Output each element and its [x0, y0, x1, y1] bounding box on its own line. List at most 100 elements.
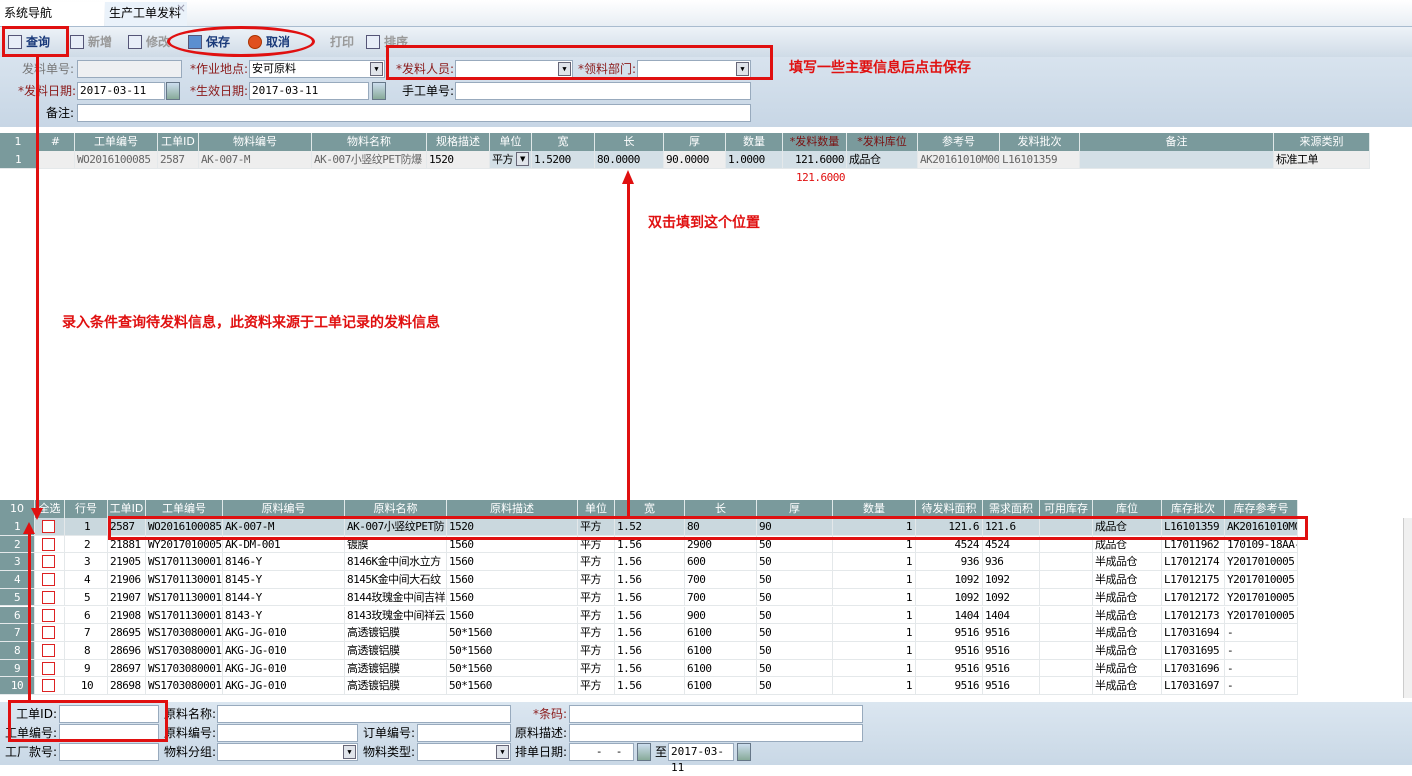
material-desc-field[interactable]: [569, 724, 863, 742]
table-cell[interactable]: 936: [983, 553, 1040, 572]
tab-production-issue[interactable]: 生产工单发料 ×: [105, 1, 187, 26]
table-cell[interactable]: 1: [833, 677, 916, 695]
table-cell[interactable]: 2: [65, 535, 108, 554]
table-cell[interactable]: 9516: [916, 659, 983, 678]
table-cell[interactable]: 1: [833, 553, 916, 572]
table-cell[interactable]: 50: [757, 641, 833, 660]
table-cell[interactable]: 平方: [578, 641, 615, 660]
table-cell[interactable]: 1560: [447, 571, 578, 589]
table-cell[interactable]: [1040, 553, 1093, 572]
table-cell[interactable]: 半成品仓: [1093, 659, 1162, 678]
table-cell[interactable]: 半成品仓: [1093, 641, 1162, 660]
table-cell[interactable]: 28698: [108, 677, 146, 695]
column-header[interactable]: 长: [595, 133, 664, 151]
table-cell[interactable]: -: [1225, 641, 1298, 660]
table-cell[interactable]: AK-007小竖纹PET防爆: [312, 151, 427, 169]
issue-date-field[interactable]: 2017-03-11: [77, 82, 165, 100]
table-cell[interactable]: 9516: [983, 677, 1040, 695]
column-header[interactable]: *发料数量: [783, 133, 847, 151]
table-cell[interactable]: 9516: [983, 659, 1040, 678]
table-cell[interactable]: 1: [833, 641, 916, 660]
table-cell[interactable]: 1.56: [615, 641, 685, 660]
table-cell[interactable]: L17031695: [1162, 641, 1225, 660]
barcode-field[interactable]: [569, 705, 863, 723]
table-cell[interactable]: WS1703080001: [146, 677, 223, 695]
column-header[interactable]: 来源类别: [1274, 133, 1370, 151]
column-header[interactable]: 厚: [664, 133, 726, 151]
row-checkbox[interactable]: [42, 643, 55, 657]
table-cell[interactable]: [1040, 659, 1093, 678]
table-cell[interactable]: 50: [757, 659, 833, 678]
table-cell[interactable]: 50*1560: [447, 659, 578, 678]
table-cell[interactable]: 8145K金中间大石纹: [345, 571, 447, 589]
table-cell[interactable]: 50: [757, 553, 833, 572]
table-cell[interactable]: 8146K金中间水立方: [345, 553, 447, 572]
table-cell[interactable]: 1092: [983, 571, 1040, 589]
chevron-down-icon[interactable]: ▼: [516, 152, 529, 166]
table-cell[interactable]: 1.56: [615, 588, 685, 607]
table-cell[interactable]: AKG-JG-010: [223, 677, 345, 695]
table-cell[interactable]: L17031696: [1162, 659, 1225, 678]
table-cell[interactable]: 1: [833, 659, 916, 678]
calendar-icon[interactable]: [737, 743, 751, 761]
table-cell[interactable]: 6100: [685, 659, 757, 678]
table-cell[interactable]: 1404: [983, 606, 1040, 625]
table-cell[interactable]: 1: [833, 571, 916, 589]
table-cell[interactable]: 9516: [916, 641, 983, 660]
table-cell[interactable]: 半成品仓: [1093, 677, 1162, 695]
table-cell[interactable]: 1560: [447, 588, 578, 607]
table-cell[interactable]: -: [1225, 624, 1298, 642]
material-name-field[interactable]: [217, 705, 511, 723]
table-cell[interactable]: 平方: [578, 553, 615, 572]
column-header[interactable]: 工单ID: [158, 133, 199, 151]
table-cell[interactable]: 10: [65, 677, 108, 695]
calendar-icon[interactable]: [372, 82, 386, 100]
table-cell[interactable]: 6100: [685, 624, 757, 642]
table-cell[interactable]: 半成品仓: [1093, 606, 1162, 625]
table-cell[interactable]: 50: [757, 624, 833, 642]
tab-system-nav[interactable]: 系统导航: [0, 2, 104, 26]
table-cell[interactable]: 9516: [916, 677, 983, 695]
table-cell[interactable]: 高透镀铝膜: [345, 641, 447, 660]
table-cell[interactable]: 1560: [447, 553, 578, 572]
column-header[interactable]: 宽: [532, 133, 595, 151]
table-cell[interactable]: WS1703080001: [146, 659, 223, 678]
row-checkbox[interactable]: [42, 661, 55, 675]
table-cell[interactable]: 1560: [447, 606, 578, 625]
table-cell[interactable]: L17012172: [1162, 588, 1225, 607]
table-cell[interactable]: 9: [65, 659, 108, 678]
column-header[interactable]: 备注: [1080, 133, 1274, 151]
material-group-select[interactable]: ▼: [217, 743, 358, 761]
column-header[interactable]: 物料编号: [199, 133, 312, 151]
table-cell[interactable]: 平方: [578, 624, 615, 642]
table-cell[interactable]: 6100: [685, 677, 757, 695]
table-cell[interactable]: Y2017010005: [1225, 553, 1298, 572]
table-cell[interactable]: 21905: [108, 553, 146, 572]
table-cell[interactable]: 平方: [578, 659, 615, 678]
table-cell[interactable]: Y2017010005: [1225, 571, 1298, 589]
table-cell[interactable]: Y2017010005: [1225, 606, 1298, 625]
table-cell[interactable]: 8143玫瑰金中间祥云: [345, 606, 447, 625]
table-cell[interactable]: 1.5200: [532, 151, 595, 169]
table-cell[interactable]: 1092: [983, 588, 1040, 607]
table-cell[interactable]: 50*1560: [447, 641, 578, 660]
table-cell[interactable]: AKG-JG-010: [223, 624, 345, 642]
table-cell[interactable]: 1: [65, 518, 108, 536]
table-cell[interactable]: 50*1560: [447, 677, 578, 695]
table-cell[interactable]: 1: [833, 588, 916, 607]
chevron-down-icon[interactable]: ▼: [343, 745, 356, 759]
table-cell[interactable]: 1.56: [615, 624, 685, 642]
table-cell[interactable]: 标准工单: [1274, 151, 1370, 169]
table-cell[interactable]: 28696: [108, 641, 146, 660]
chevron-down-icon[interactable]: ▼: [370, 62, 383, 76]
material-no-field[interactable]: [217, 724, 358, 742]
table-cell[interactable]: 平方: [578, 588, 615, 607]
table-cell[interactable]: 8144玫瑰金中间吉祥: [345, 588, 447, 607]
table-cell[interactable]: 21907: [108, 588, 146, 607]
table-cell[interactable]: 2587: [158, 151, 199, 169]
table-cell[interactable]: 1520: [427, 151, 490, 169]
table-cell[interactable]: 半成品仓: [1093, 588, 1162, 607]
table-cell[interactable]: 1.56: [615, 553, 685, 572]
table-cell[interactable]: 半成品仓: [1093, 624, 1162, 642]
table-cell[interactable]: 90.0000: [664, 151, 726, 169]
